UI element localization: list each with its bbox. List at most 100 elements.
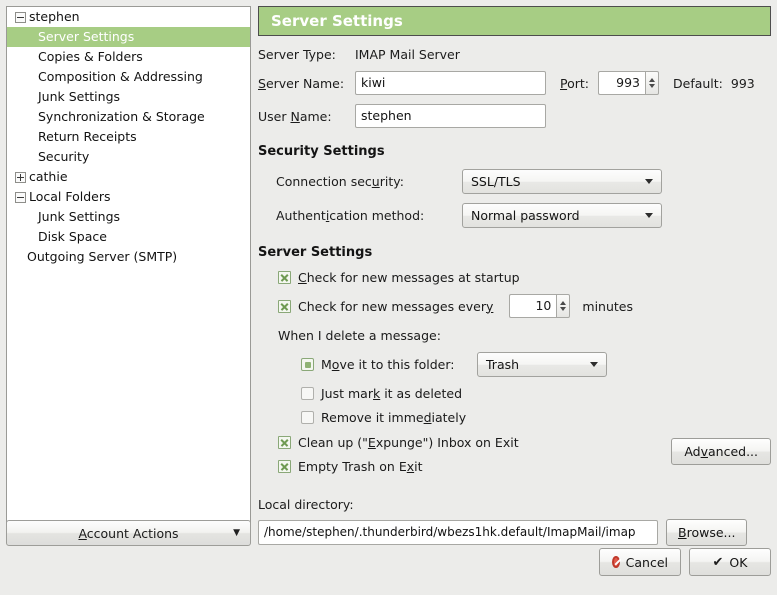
remove-immediately-accel: d — [423, 410, 432, 425]
tree-item-stephen[interactable]: stephen — [7, 7, 250, 27]
tree-item-label: stephen — [29, 9, 80, 24]
authentication-method-value: Normal password — [471, 208, 580, 223]
tree-item-disk-space[interactable]: Disk Space — [7, 227, 250, 247]
just-mark-deleted-row[interactable]: Just mark it as deleted — [301, 386, 771, 401]
tree-item-return-receipts[interactable]: Return Receipts — [7, 127, 250, 147]
check-every-accel: y — [485, 298, 494, 314]
advanced-button[interactable]: Advanced... — [671, 438, 771, 465]
tree-item-junk-settings[interactable]: Junk Settings — [7, 207, 250, 227]
tree-item-cathie[interactable]: cathie — [7, 167, 250, 187]
check-icon: ✔ — [712, 554, 724, 570]
server-name-input[interactable]: kiwi — [355, 71, 546, 95]
port-spinner-arrows[interactable] — [645, 71, 659, 95]
clean-up-accel: E — [367, 435, 376, 450]
remove-immediately-label-pre: Remove it imme — [321, 410, 424, 425]
user-name-label-pre: User — [258, 108, 291, 124]
expander-minus-icon[interactable] — [15, 191, 26, 203]
just-mark-label-rest: it as deleted — [380, 386, 463, 401]
server-type-label: Server Type: — [258, 47, 336, 62]
check-startup-label-rest: heck for new messages at startup — [306, 270, 520, 285]
authentication-method-label-pre: Authent — [276, 208, 326, 223]
spinner-down-icon[interactable] — [649, 84, 655, 88]
authentication-method-select[interactable]: Normal password — [462, 203, 662, 228]
connection-security-select[interactable]: SSL/TLS — [462, 169, 662, 194]
tree-item-label: Server Settings — [38, 29, 135, 44]
tree-item-label: Copies & Folders — [38, 49, 143, 64]
expander-plus-icon[interactable] — [15, 171, 26, 183]
check-every-label-pre: Check for new messages ever — [298, 298, 486, 314]
expander-minus-icon[interactable] — [15, 11, 26, 23]
spinner-up-icon[interactable] — [560, 301, 567, 305]
remove-immediately-label-rest: iately — [431, 410, 467, 425]
tree-item-composition-addressing[interactable]: Composition & Addressing — [7, 67, 250, 87]
remove-immediately-label: Remove it immediately — [321, 410, 466, 425]
deny-icon — [612, 556, 620, 568]
check-startup-row[interactable]: Check for new messages at startup — [278, 270, 771, 285]
tree-item-label: Security — [38, 149, 90, 164]
chevron-down-icon — [645, 213, 653, 218]
connection-security-label-rest: rity: — [379, 174, 404, 189]
tree-item-label: Local Folders — [29, 189, 111, 204]
tree-item-label: Outgoing Server (SMTP) — [27, 249, 178, 264]
chevron-down-icon — [590, 362, 598, 367]
account-settings-dialog: stephen Server Settings Copies & Folders Co… — [0, 0, 777, 595]
empty-trash-label-pre: Empty Trash on E — [298, 459, 407, 474]
just-mark-deleted-label: Just mark it as deleted — [321, 386, 462, 401]
chevron-down-icon — [645, 179, 653, 184]
just-mark-label-pre: Just mar — [321, 386, 373, 401]
checkbox-checked-icon[interactable] — [278, 436, 291, 449]
connection-security-label: Connection security: — [276, 174, 462, 189]
radio-selected-icon[interactable] — [301, 358, 314, 371]
spinner-down-icon[interactable] — [560, 307, 567, 311]
connection-security-row: Connection security: SSL/TLS — [258, 169, 771, 194]
clean-up-expunge-label: Clean up ("Expunge") Inbox on Exit — [298, 435, 519, 450]
server-settings-heading: Server Settings — [258, 245, 373, 260]
user-name-input[interactable]: stephen — [355, 104, 546, 128]
radio-unselected-icon[interactable] — [301, 387, 314, 400]
tree-item-junk-settings[interactable]: Junk Settings — [7, 87, 250, 107]
server-type-value: IMAP Mail Server — [355, 47, 460, 62]
tree-item-local-folders[interactable]: Local Folders — [7, 187, 250, 207]
port-stepper[interactable]: 993 — [598, 71, 659, 95]
advanced-label-pre: Ad — [684, 444, 701, 459]
port-default-value: 993 — [730, 75, 755, 91]
clean-up-label-pre: Clean up (" — [298, 435, 368, 450]
advanced-label-rest: anced... — [708, 444, 758, 459]
port-input[interactable]: 993 — [598, 71, 645, 95]
dialog-footer: Cancel ✔ OK — [0, 537, 777, 595]
tree-item-copies-folders[interactable]: Copies & Folders — [7, 47, 250, 67]
trash-folder-value: Trash — [486, 357, 520, 372]
checkbox-checked-icon[interactable] — [278, 299, 291, 313]
advanced-button-label: Advanced... — [684, 444, 758, 459]
tree-item-label: Synchronization & Storage — [38, 109, 205, 124]
server-name-accel: S — [258, 75, 266, 91]
check-every-row[interactable]: Check for new messages every 10 minutes — [278, 294, 771, 318]
tree-item-synchronization-storage[interactable]: Synchronization & Storage — [7, 107, 250, 127]
cancel-button[interactable]: Cancel — [599, 548, 681, 576]
tree-item-label: Disk Space — [38, 229, 107, 244]
interval-spinner-arrows[interactable] — [556, 294, 571, 318]
connection-security-accel: u — [371, 174, 380, 189]
tree-item-security[interactable]: Security — [7, 147, 250, 167]
radio-unselected-icon[interactable] — [301, 411, 314, 424]
move-to-folder-row[interactable]: Move it to this folder: Trash — [301, 352, 771, 377]
tree-item-server-settings[interactable]: Server Settings — [7, 27, 250, 47]
check-interval-input[interactable]: 10 — [509, 294, 557, 318]
delete-message-text: When I delete a message: — [278, 328, 441, 343]
ok-button[interactable]: ✔ OK — [689, 548, 771, 576]
local-directory-label: Local directory: — [258, 497, 771, 512]
port-label: Port: — [560, 76, 589, 91]
spinner-up-icon[interactable] — [649, 78, 655, 82]
move-to-folder-label-pre: M — [321, 357, 332, 372]
move-to-folder-label-rest: ve it to this folder: — [339, 357, 455, 372]
accounts-tree[interactable]: stephen Server Settings Copies & Folders Co… — [6, 6, 251, 525]
checkbox-checked-icon[interactable] — [278, 271, 291, 284]
checkbox-checked-icon[interactable] — [278, 460, 291, 473]
trash-folder-select[interactable]: Trash — [477, 352, 607, 377]
tree-item-label: Junk Settings — [38, 89, 121, 104]
tree-item-outgoing-server-smtp[interactable]: Outgoing Server (SMTP) — [7, 247, 250, 267]
authentication-method-row: Authentication method: Normal password — [258, 203, 771, 228]
check-interval-stepper[interactable]: 10 — [509, 294, 571, 318]
remove-immediately-row[interactable]: Remove it immediately — [301, 410, 771, 425]
server-name-label-rest: erver Name: — [265, 75, 345, 91]
